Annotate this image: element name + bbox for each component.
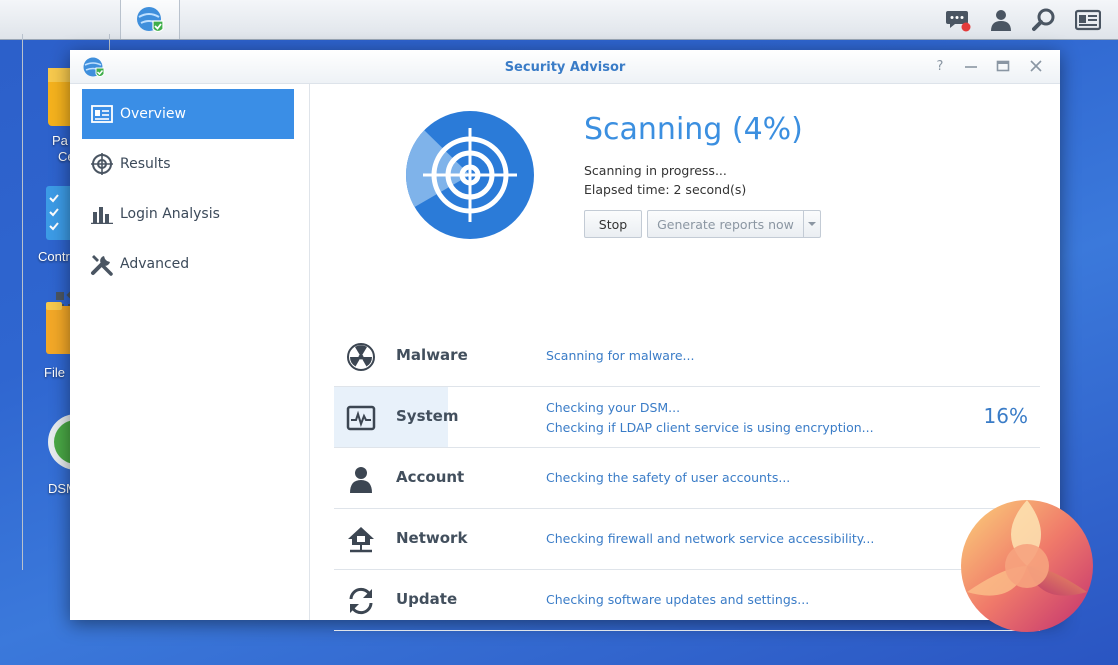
update-icon — [349, 587, 373, 615]
overview-panel: Scanning (4%) Scanning in progress... El… — [310, 84, 1060, 631]
generate-reports-dropdown[interactable] — [803, 210, 821, 238]
elapsed-time: Elapsed time: 2 second(s) — [584, 182, 747, 197]
widgets-button[interactable] — [1068, 0, 1108, 40]
taskbar-security-advisor[interactable] — [120, 0, 180, 39]
scan-status-title: Scanning (4%) — [584, 112, 803, 147]
security-advisor-icon — [137, 6, 164, 32]
desktop-control-panel-icon[interactable] — [44, 186, 76, 246]
category-name: Account — [396, 468, 465, 486]
desktop-label-file: File — [44, 365, 65, 380]
category-status: Checking your DSM... — [546, 400, 681, 415]
search-button[interactable] — [1024, 0, 1064, 40]
window-title: Security Advisor — [504, 60, 626, 75]
category-row-account[interactable]: Account Checking the safety of user acco… — [334, 448, 1040, 509]
account-icon — [350, 467, 372, 493]
category-substatus: Checking if LDAP client service is using… — [546, 420, 874, 435]
watermark-logo — [961, 500, 1093, 632]
minimize-icon — [965, 66, 977, 68]
window-titlebar[interactable]: Security Advisor ? — [70, 50, 1060, 84]
category-status: Checking software updates and settings..… — [546, 592, 810, 607]
desktop-dsm-help-icon[interactable] — [46, 412, 104, 476]
category-percent: 16% — [983, 404, 1028, 428]
category-status: Checking firewall and network service ac… — [546, 531, 875, 546]
chat-notification-icon — [946, 11, 971, 32]
minimize-button[interactable] — [963, 59, 979, 75]
search-icon — [1032, 8, 1055, 31]
category-row-system[interactable]: System Checking your DSM... Checking if … — [334, 387, 1040, 448]
sidebar-item-label: Advanced — [120, 256, 190, 272]
desktop-label-control: Contr — [38, 249, 70, 264]
sidebar-item-login-analysis[interactable]: Login Analysis — [82, 189, 294, 239]
sidebar-item-advanced[interactable]: Advanced — [82, 239, 294, 289]
scan-progress-target-icon — [406, 111, 534, 239]
desktop-file-station-icon[interactable] — [44, 302, 76, 360]
category-row-update[interactable]: Update Checking software updates and set… — [334, 570, 1040, 631]
stop-button[interactable]: Stop — [584, 210, 642, 238]
desktop-label-package: Pa — [52, 133, 68, 148]
bar-chart-icon — [90, 202, 114, 226]
category-name: Malware — [396, 346, 468, 364]
maximize-button[interactable] — [995, 59, 1011, 75]
target-icon — [90, 152, 114, 176]
sidebar-item-label: Overview — [120, 106, 186, 122]
overview-icon — [90, 102, 114, 126]
generate-reports-button[interactable]: Generate reports now — [647, 210, 804, 238]
category-name: Update — [396, 590, 458, 608]
wrench-icon — [90, 252, 114, 276]
help-button[interactable]: ? — [932, 59, 948, 75]
security-advisor-window: Security Advisor ? Overview Results Logi… — [70, 50, 1060, 631]
radiation-icon — [347, 343, 375, 371]
category-status: Checking the safety of user accounts... — [546, 470, 791, 485]
sidebar-item-results[interactable]: Results — [82, 139, 294, 189]
scan-status-text: Scanning in progress... — [584, 163, 727, 178]
sidebar-item-overview[interactable]: Overview — [82, 89, 294, 139]
chat-button[interactable] — [938, 0, 978, 40]
chevron-down-icon — [808, 222, 816, 226]
category-name: System — [396, 407, 459, 425]
taskbar — [0, 0, 1118, 570]
system-monitor-icon — [346, 405, 376, 431]
category-row-malware[interactable]: Malware Scanning for malware... — [334, 326, 1040, 387]
widgets-icon — [1075, 9, 1101, 31]
sidebar-item-label: Login Analysis — [120, 206, 220, 222]
user-icon — [991, 10, 1011, 31]
category-name: Network — [396, 529, 468, 547]
close-button[interactable] — [1028, 59, 1044, 75]
sidebar: Overview Results Login Analysis Advanced — [70, 84, 310, 620]
category-status: Scanning for malware... — [546, 348, 695, 363]
maximize-icon — [996, 60, 1010, 72]
category-row-network[interactable]: Network Checking firewall and network se… — [334, 509, 1040, 570]
user-button[interactable] — [981, 0, 1021, 40]
sidebar-item-label: Results — [120, 156, 171, 172]
network-icon — [348, 527, 374, 553]
close-icon — [1030, 60, 1042, 72]
